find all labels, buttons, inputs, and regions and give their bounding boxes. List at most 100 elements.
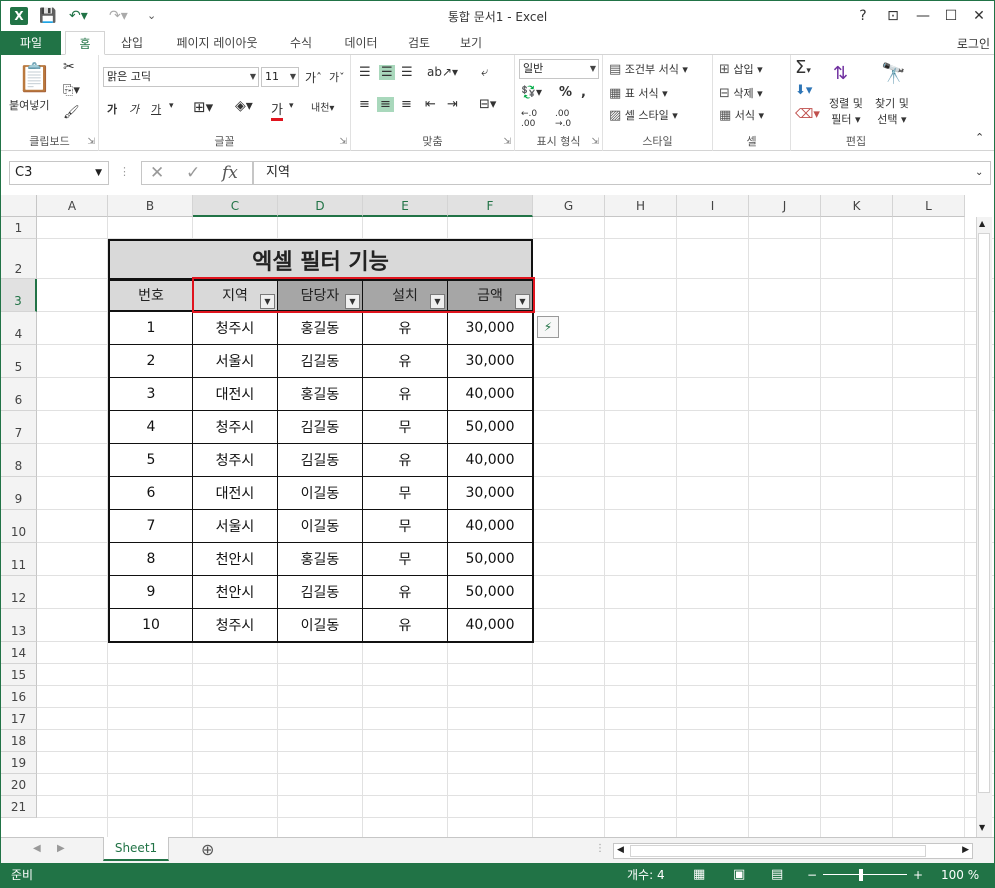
tab-insert[interactable]: 삽입 — [109, 31, 155, 55]
alignment-launcher-icon[interactable]: ⇲ — [503, 137, 511, 147]
table-cell[interactable]: 50,000 — [448, 411, 533, 444]
close-button[interactable]: ✕ — [967, 5, 991, 27]
autosum-icon[interactable]: Σ▾ — [795, 57, 811, 78]
worksheet-grid[interactable]: A B C D E F G H I J K L 1 2 3 4 5 6 7 8 9 10 11 12 13 14 15 16 17 18 1… — [1, 195, 994, 837]
table-cell[interactable]: 5 — [108, 444, 193, 477]
scroll-left-icon[interactable]: ◀ — [617, 845, 624, 855]
table-cell[interactable]: 유 — [363, 609, 448, 642]
table-cell[interactable]: 40,000 — [448, 444, 533, 477]
table-cell[interactable]: 무 — [363, 411, 448, 444]
help-button[interactable]: ? — [851, 5, 875, 27]
align-right-icon[interactable]: ≡ — [401, 97, 412, 112]
find-select-icon[interactable]: 🔭 — [881, 61, 906, 85]
column-header[interactable]: G — [533, 195, 605, 217]
sort-filter-icon[interactable]: ⇅ — [833, 63, 848, 84]
row-header[interactable]: 2 — [1, 239, 37, 279]
normal-view-icon[interactable]: ▦ — [693, 863, 705, 887]
row-header[interactable]: 18 — [1, 730, 37, 752]
filter-dropdown-icon[interactable]: ▼ — [515, 294, 530, 309]
collapse-ribbon-icon[interactable]: ⌃ — [975, 131, 984, 144]
table-cell[interactable]: 50,000 — [448, 576, 533, 609]
scroll-right-icon[interactable]: ▶ — [962, 845, 969, 855]
table-cell[interactable]: 이길동 — [278, 609, 363, 642]
table-cell[interactable]: 9 — [108, 576, 193, 609]
row-header[interactable]: 9 — [1, 477, 37, 510]
table-header-cell[interactable]: 번호 — [108, 279, 193, 312]
table-cell[interactable]: 유 — [363, 378, 448, 411]
filter-dropdown-icon[interactable]: ▼ — [430, 294, 445, 309]
tab-data[interactable]: 데이터 — [333, 31, 389, 55]
formula-input[interactable]: 지역 — [253, 161, 991, 185]
fill-color-icon[interactable]: ◈▾ — [235, 98, 253, 114]
table-cell[interactable]: 30,000 — [448, 477, 533, 510]
cancel-icon[interactable]: ✕ — [150, 163, 164, 183]
table-cell[interactable]: 김길동 — [278, 411, 363, 444]
table-cell[interactable]: 김길동 — [278, 576, 363, 609]
row-header[interactable]: 10 — [1, 510, 37, 543]
clear-icon[interactable]: ⌫▾ — [795, 107, 820, 122]
borders-icon[interactable]: ⊞▾ — [193, 98, 213, 116]
row-header[interactable]: 13 — [1, 609, 37, 642]
column-header[interactable]: E — [363, 195, 448, 217]
table-cell[interactable]: 40,000 — [448, 609, 533, 642]
table-cell[interactable]: 30,000 — [448, 312, 533, 345]
decrease-indent-icon[interactable]: ⇤ — [425, 97, 436, 112]
scroll-up-icon[interactable]: ▲ — [979, 219, 985, 228]
font-color-button[interactable]: 가 — [271, 99, 283, 121]
table-cell[interactable]: 무 — [363, 543, 448, 576]
tab-split-icon[interactable]: ⋮ — [595, 843, 605, 854]
increase-indent-icon[interactable]: ⇥ — [447, 97, 458, 112]
decrease-decimal-icon[interactable]: .00 →.0 — [555, 109, 571, 129]
align-center-icon[interactable]: ≡ — [377, 97, 394, 112]
page-layout-view-icon[interactable]: ▣ — [733, 863, 745, 887]
column-header[interactable]: B — [108, 195, 193, 217]
font-launcher-icon[interactable]: ⇲ — [339, 137, 347, 147]
delete-cells-button[interactable]: ⊟ 삭제 ▾ — [719, 85, 763, 101]
table-cell[interactable]: 홍길동 — [278, 312, 363, 345]
italic-button[interactable]: 가 — [129, 101, 139, 117]
filter-dropdown-icon[interactable]: ▼ — [345, 294, 360, 309]
paste-button[interactable]: 붙여넣기 — [9, 97, 49, 113]
table-cell[interactable]: 8 — [108, 543, 193, 576]
select-all-corner[interactable] — [1, 195, 37, 217]
column-header[interactable]: D — [278, 195, 363, 217]
table-cell[interactable]: 대전시 — [193, 378, 278, 411]
table-cell[interactable]: 이길동 — [278, 510, 363, 543]
table-cell[interactable]: 유 — [363, 345, 448, 378]
table-cell[interactable]: 청주시 — [193, 444, 278, 477]
row-header[interactable]: 20 — [1, 774, 37, 796]
ribbon-display-button[interactable]: ⊡ — [881, 5, 905, 27]
copy-icon[interactable]: ⎘▾ — [63, 83, 80, 98]
merge-center-icon[interactable]: ⊟▾ — [479, 97, 496, 112]
table-cell[interactable]: 3 — [108, 378, 193, 411]
wrap-text-icon[interactable]: ⤶ — [481, 65, 488, 80]
next-sheet-icon[interactable]: ▶ — [57, 843, 65, 854]
grow-font-icon[interactable]: 가ˆ — [305, 69, 322, 86]
table-cell[interactable]: 서울시 — [193, 345, 278, 378]
table-cell[interactable]: 40,000 — [448, 510, 533, 543]
filter-dropdown-icon[interactable]: ▼ — [260, 294, 275, 309]
table-cell[interactable]: 무 — [363, 477, 448, 510]
table-cell[interactable]: 2 — [108, 345, 193, 378]
tab-file[interactable]: 파일 — [1, 31, 61, 55]
orientation-icon[interactable]: ab↗▾ — [427, 65, 458, 79]
font-color-dropdown-icon[interactable]: ▾ — [289, 101, 294, 111]
row-header[interactable]: 15 — [1, 664, 37, 686]
table-cell[interactable]: 유 — [363, 312, 448, 345]
table-cell[interactable]: 홍길동 — [278, 378, 363, 411]
table-title[interactable]: 엑셀 필터 기능 — [108, 239, 533, 280]
column-header[interactable]: F — [448, 195, 533, 217]
align-middle-icon[interactable]: ☰ — [379, 65, 395, 80]
underline-button[interactable]: 가 — [151, 101, 161, 117]
table-cell[interactable]: 40,000 — [448, 378, 533, 411]
row-header[interactable]: 21 — [1, 796, 37, 818]
table-cell[interactable]: 서울시 — [193, 510, 278, 543]
cell-styles-button[interactable]: ▨ 셀 스타일 ▾ — [609, 107, 678, 123]
insert-cells-button[interactable]: ⊞ 삽입 ▾ — [719, 61, 763, 77]
underline-dropdown-icon[interactable]: ▾ — [169, 101, 174, 111]
table-cell[interactable]: 50,000 — [448, 543, 533, 576]
align-top-icon[interactable]: ☰ — [359, 65, 371, 80]
table-cell[interactable]: 청주시 — [193, 609, 278, 642]
table-cell[interactable]: 30,000 — [448, 345, 533, 378]
cut-icon[interactable]: ✂ — [63, 59, 75, 75]
